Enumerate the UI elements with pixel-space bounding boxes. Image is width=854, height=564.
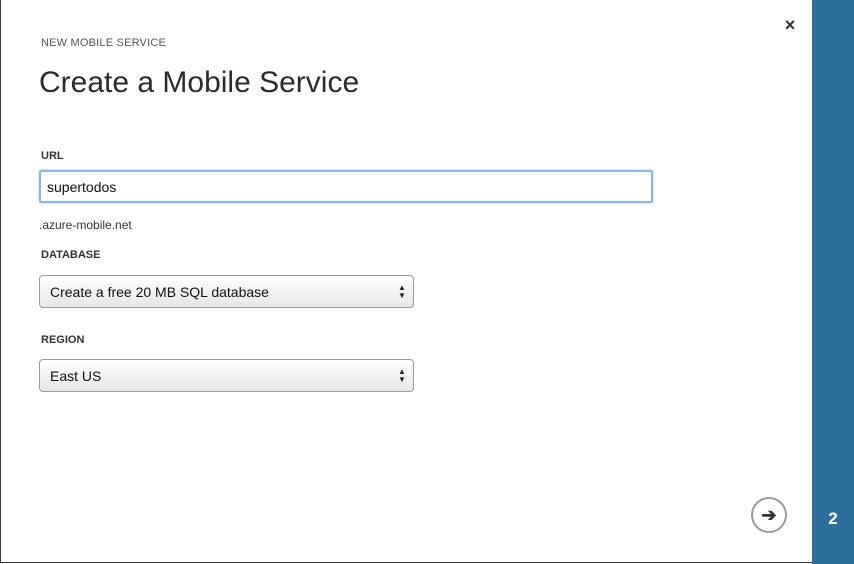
- select-arrows-icon: ▲ ▼: [398, 366, 406, 384]
- region-label: REGION: [41, 334, 85, 346]
- step-rail: 2: [812, 0, 854, 564]
- url-suffix: .azure-mobile.net: [39, 218, 132, 232]
- dialog-panel: × NEW MOBILE SERVICE Create a Mobile Ser…: [0, 0, 812, 563]
- region-select[interactable]: East US ▲ ▼: [39, 359, 414, 392]
- close-button[interactable]: ×: [779, 14, 801, 36]
- create-mobile-service-dialog: × NEW MOBILE SERVICE Create a Mobile Ser…: [0, 0, 854, 564]
- page-title: Create a Mobile Service: [39, 66, 360, 99]
- next-button[interactable]: ➔: [751, 497, 787, 533]
- select-arrows-icon: ▲ ▼: [398, 282, 406, 300]
- url-input[interactable]: [39, 170, 653, 203]
- database-label: DATABASE: [41, 249, 101, 261]
- step-number: 2: [828, 509, 838, 528]
- arrow-right-icon: ➔: [761, 504, 777, 525]
- region-select-value: East US: [50, 367, 102, 384]
- close-icon: ×: [784, 14, 796, 35]
- dialog-subtitle: NEW MOBILE SERVICE: [41, 37, 167, 49]
- url-label: URL: [41, 150, 64, 162]
- database-select[interactable]: Create a free 20 MB SQL database ▲ ▼: [39, 275, 414, 308]
- database-select-value: Create a free 20 MB SQL database: [50, 283, 269, 300]
